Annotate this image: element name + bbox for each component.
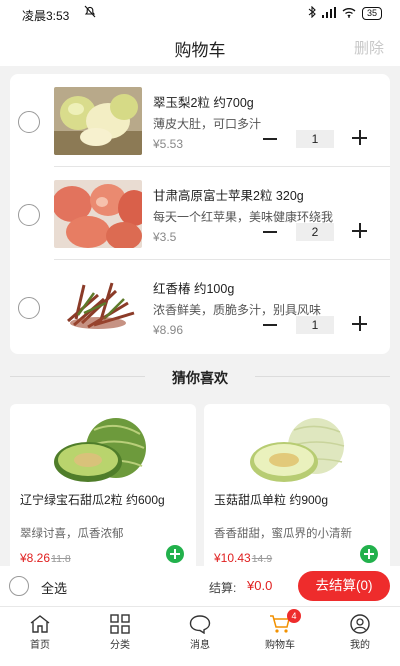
product-description: 翠绿讨喜，瓜香浓郁 xyxy=(20,528,124,540)
message-bubble-icon xyxy=(189,614,211,635)
battery-icon: 35 xyxy=(361,7,382,20)
add-to-cart-button[interactable] xyxy=(166,545,184,563)
cart-item: 翠玉梨2粒 约700g 薄皮大肚，可口多汁 ¥5.53 1 xyxy=(10,74,390,167)
item-price: ¥5.53 xyxy=(153,137,184,151)
delete-button[interactable]: 删除 xyxy=(354,37,384,58)
product-name[interactable]: 玉菇甜瓜单粒 约900g xyxy=(214,492,382,508)
quantity-value[interactable]: 1 xyxy=(296,130,334,148)
quantity-increase-button[interactable] xyxy=(352,223,368,239)
item-select-checkbox[interactable] xyxy=(18,204,40,226)
quantity-value[interactable]: 2 xyxy=(296,223,334,241)
item-name[interactable]: 翠玉梨2粒 约700g xyxy=(153,92,254,111)
item-price: ¥8.96 xyxy=(153,323,184,337)
product-price: ¥8.2611.8 xyxy=(20,551,71,565)
item-name[interactable]: 红香椿 约100g xyxy=(153,278,234,297)
product-card[interactable]: 辽宁绿宝石甜瓜2粒 约600g 翠绿讨喜，瓜香浓郁 ¥8.2611.8 xyxy=(10,404,196,576)
quantity-decrease-button[interactable] xyxy=(263,222,279,242)
recommend-title: 猜你喜欢 xyxy=(172,370,228,386)
total-label: 结算: xyxy=(209,581,237,595)
tab-messages[interactable]: 消息 xyxy=(160,607,240,657)
product-image-honeydew-melon[interactable] xyxy=(244,416,350,486)
status-time: 凌晨3:53 xyxy=(22,9,70,23)
category-grid-icon xyxy=(109,614,131,634)
cart-list: 翠玉梨2粒 约700g 薄皮大肚，可口多汁 ¥5.53 1 甘肃高原富士苹果2粒… xyxy=(10,74,390,354)
product-price: ¥10.4314.9 xyxy=(214,551,272,565)
bluetooth-icon xyxy=(308,5,316,21)
status-bar: 凌晨3:53 35 xyxy=(0,0,400,28)
tab-label: 我的 xyxy=(350,640,370,651)
bottom-tab-bar: 首页 分类 消息 4 购物车 我的 xyxy=(0,606,400,666)
tab-label: 分类 xyxy=(110,640,130,651)
tab-cart[interactable]: 4 购物车 xyxy=(240,607,320,657)
item-image-pear[interactable] xyxy=(54,87,142,155)
product-original-price: 11.8 xyxy=(51,553,71,565)
tab-label: 购物车 xyxy=(265,640,295,651)
product-current-price: ¥10.43 xyxy=(214,551,251,565)
tab-label: 消息 xyxy=(190,640,210,651)
recommend-section-header: 猜你喜欢 xyxy=(0,362,400,392)
select-all-checkbox[interactable] xyxy=(9,576,29,596)
cart-count-badge: 4 xyxy=(287,609,301,623)
product-card[interactable]: 玉菇甜瓜单粒 约900g 香香甜甜，蜜瓜界的小清新 ¥10.4314.9 xyxy=(204,404,390,576)
product-name[interactable]: 辽宁绿宝石甜瓜2粒 约600g xyxy=(20,492,188,508)
checkout-bar: 全选 结算: ¥0.0 去结算(0) xyxy=(0,566,400,606)
product-original-price: 14.9 xyxy=(251,553,273,565)
mute-bell-icon xyxy=(84,5,96,21)
quantity-decrease-button[interactable] xyxy=(263,129,279,149)
wifi-icon xyxy=(342,7,356,21)
item-image-apple[interactable] xyxy=(54,180,142,248)
item-price: ¥3.5 xyxy=(153,230,177,244)
product-description: 香香甜甜，蜜瓜界的小清新 xyxy=(214,528,352,540)
user-icon xyxy=(349,614,371,634)
quantity-increase-button[interactable] xyxy=(352,316,368,332)
item-select-checkbox[interactable] xyxy=(18,297,40,319)
item-description: 薄皮大肚，可口多汁 xyxy=(153,117,262,131)
item-image-toon-sprouts[interactable] xyxy=(54,273,142,341)
tab-label: 首页 xyxy=(30,640,50,651)
page-title: 购物车 xyxy=(174,41,226,60)
home-icon xyxy=(29,614,51,634)
quantity-decrease-button[interactable] xyxy=(263,315,279,335)
tab-profile[interactable]: 我的 xyxy=(320,607,400,657)
signal-icon xyxy=(321,6,336,21)
product-current-price: ¥8.26 xyxy=(20,551,51,565)
tab-category[interactable]: 分类 xyxy=(80,607,160,657)
quantity-increase-button[interactable] xyxy=(352,130,368,146)
navigation-bar: 购物车 删除 xyxy=(0,28,400,66)
checkout-button[interactable]: 去结算(0) xyxy=(298,571,390,601)
item-name[interactable]: 甘肃高原富士苹果2粒 320g xyxy=(153,185,304,204)
divider xyxy=(255,376,390,377)
item-select-checkbox[interactable] xyxy=(18,111,40,133)
total-amount: ¥0.0 xyxy=(247,578,273,593)
product-image-green-melon[interactable] xyxy=(50,416,156,486)
select-all-label[interactable]: 全选 xyxy=(41,578,67,597)
cart-item: 红香椿 约100g 浓香鲜美，质脆多汁，别具风味 ¥8.96 1 xyxy=(10,260,390,353)
quantity-value[interactable]: 1 xyxy=(296,316,334,334)
tab-home[interactable]: 首页 xyxy=(0,607,80,657)
add-to-cart-button[interactable] xyxy=(360,545,378,563)
cart-item: 甘肃高原富士苹果2粒 320g 每天一个红苹果，美味健康环绕我 ¥3.5 2 xyxy=(10,167,390,260)
